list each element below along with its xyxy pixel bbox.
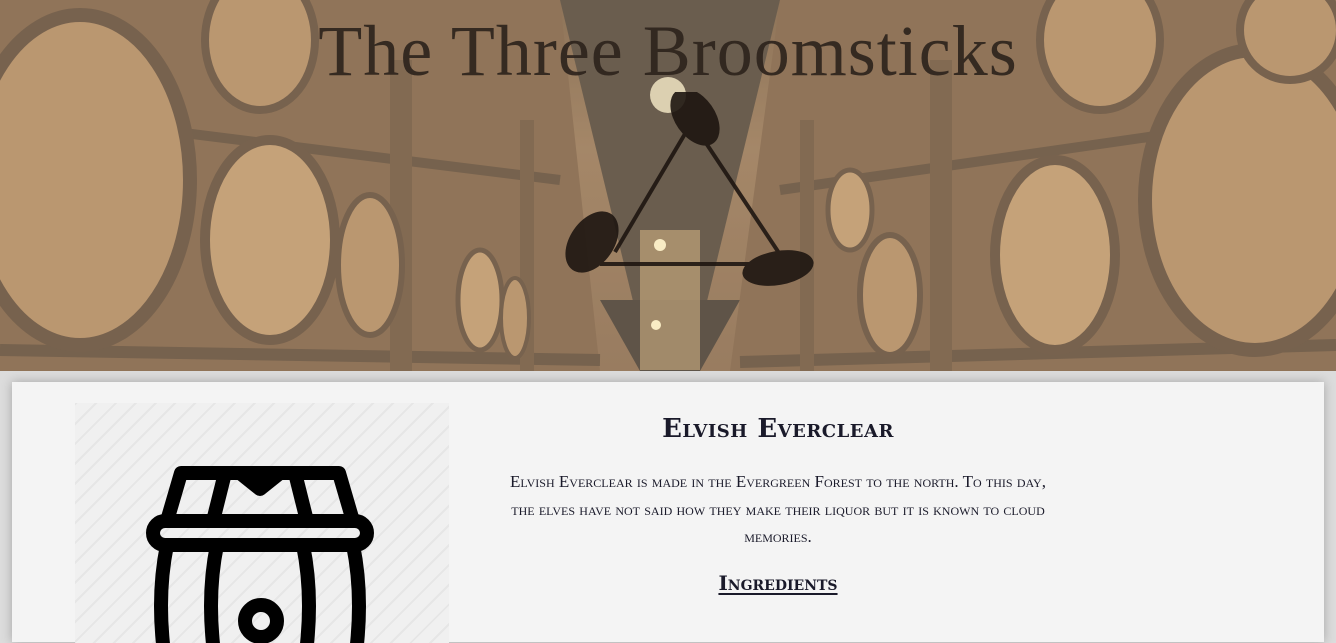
barrel-icon (146, 466, 374, 643)
ingredients-heading: Ingredients (718, 570, 838, 595)
product-info: Elvish Everclear Elvish Everclear is mad… (500, 414, 1056, 595)
hero-banner: The Three Broomsticks (0, 0, 1336, 371)
product-description: Elvish Everclear is made in the Evergree… (510, 472, 1046, 546)
site-title: The Three Broomsticks (318, 11, 1018, 91)
product-image (75, 403, 449, 643)
crossed-broomsticks-triangle-icon (565, 92, 814, 286)
product-name: Elvish Everclear (662, 414, 894, 444)
